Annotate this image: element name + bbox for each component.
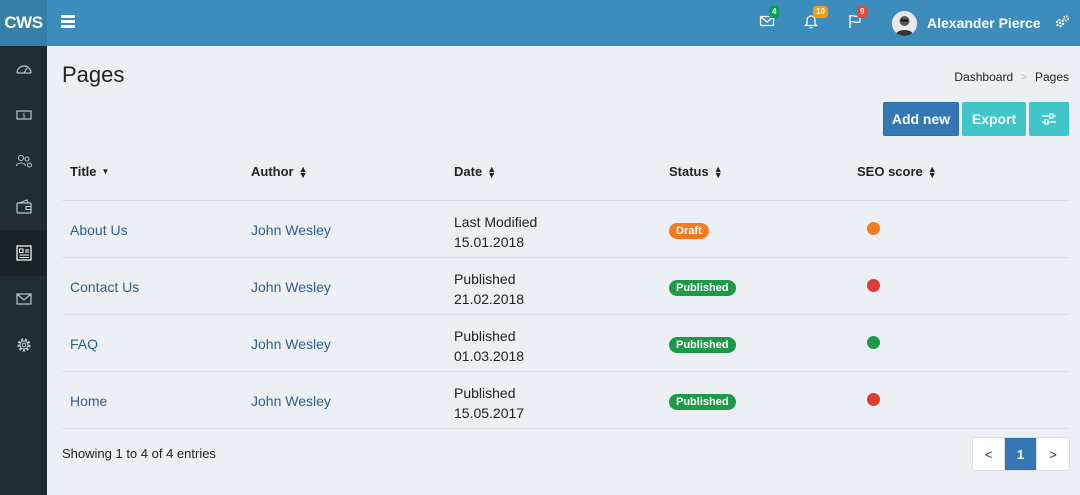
menu-toggle-icon[interactable] (61, 15, 75, 29)
column-header-seo[interactable]: SEO score ▲ ▼ (857, 164, 937, 179)
date-value: 15.01.2018 (454, 234, 525, 250)
date-cell: Published 21.02.2018 (454, 269, 524, 309)
user-name: Alexander Pierce (927, 15, 1041, 31)
date-label: Published (454, 385, 516, 401)
wallet-icon (15, 199, 32, 214)
breadcrumb: Dashboard > Pages (954, 70, 1069, 84)
pages-table: Title ▼ Author ▲ ▼ Date ▲ ▼ Status ▲ ▼ SEO … (62, 144, 1069, 429)
breadcrumb-dashboard[interactable]: Dashboard (954, 70, 1013, 84)
status-cell: Published (669, 392, 736, 410)
date-cell: Last Modified 15.01.2018 (454, 212, 537, 252)
author-link[interactable]: John Wesley (251, 222, 331, 238)
pagination: < 1 > (972, 437, 1070, 471)
settings-gear-icon (16, 338, 31, 352)
pagination-next-button[interactable]: > (1037, 438, 1069, 470)
notifications-button[interactable]: 10 (803, 6, 828, 33)
date-label: Published (454, 328, 516, 344)
column-title-label: Title (70, 164, 97, 179)
messages-badge: 4 (769, 6, 780, 18)
svg-text:$: $ (22, 113, 26, 120)
dashboard-gauge-icon (15, 65, 32, 74)
sort-icon: ▲ ▼ (298, 163, 308, 180)
page-title: Pages (62, 62, 125, 87)
messages-button[interactable]: 4 (759, 6, 780, 33)
page-title-link[interactable]: Home (70, 393, 107, 409)
sidebar-item-pages[interactable] (0, 230, 47, 276)
table-row: Contact Us John Wesley Published 21.02.2… (62, 258, 1069, 315)
status-badge: Published (669, 280, 736, 296)
sidebar-item-settings[interactable] (0, 322, 47, 368)
status-cell: Published (669, 335, 736, 353)
add-new-button[interactable]: Add new (883, 102, 959, 136)
date-label: Last Modified (454, 214, 538, 230)
seo-score-indicator (867, 222, 880, 235)
flags-button[interactable]: 9 (847, 6, 868, 33)
column-seo-label: SEO score (857, 164, 923, 179)
mail-icon (15, 293, 32, 305)
table-header: Title ▼ Author ▲ ▼ Date ▲ ▼ Status ▲ ▼ SEO … (62, 144, 1069, 201)
status-badge: Draft (669, 223, 709, 239)
notifications-badge: 10 (813, 6, 828, 18)
sidebar-item-dashboard[interactable] (0, 46, 47, 92)
top-navbar: CWS 4 10 9 Alexander Pierce (0, 0, 1080, 46)
users-icon (15, 154, 32, 168)
sliders-icon (1042, 113, 1056, 125)
sort-icon: ▲ ▼ (927, 163, 937, 180)
page-title-link[interactable]: About Us (70, 222, 128, 238)
date-value: 21.02.2018 (454, 291, 525, 307)
seo-score-indicator (867, 336, 880, 349)
sidebar-item-finance[interactable]: $ (0, 92, 47, 138)
date-label: Published (454, 271, 516, 287)
author-link[interactable]: John Wesley (251, 336, 331, 352)
sidebar: $ (0, 46, 47, 495)
status-badge: Published (669, 394, 736, 410)
column-date-label: Date (454, 164, 483, 179)
table-row: Home John Wesley Published 15.05.2017 Pu… (62, 372, 1069, 429)
breadcrumb-separator: > (1021, 71, 1027, 83)
sidebar-item-mail[interactable] (0, 276, 47, 322)
column-header-title[interactable]: Title ▼ (70, 164, 109, 179)
pages-icon (15, 245, 32, 261)
author-link[interactable]: John Wesley (251, 393, 331, 409)
money-icon: $ (15, 110, 32, 120)
filter-settings-button[interactable] (1029, 102, 1069, 136)
column-status-label: Status (669, 164, 709, 179)
date-value: 01.03.2018 (454, 348, 525, 364)
date-cell: Published 01.03.2018 (454, 326, 524, 366)
sort-desc-icon: ▼ (101, 167, 110, 176)
sidebar-item-users[interactable] (0, 138, 47, 184)
export-button[interactable]: Export (962, 102, 1026, 136)
table-row: FAQ John Wesley Published 01.03.2018 Pub… (62, 315, 1069, 372)
gears-icon (1055, 15, 1070, 28)
status-badge: Published (669, 337, 736, 353)
seo-score-indicator (867, 393, 880, 406)
page-title-link[interactable]: Contact Us (70, 279, 139, 295)
control-sidebar-button[interactable] (1054, 14, 1070, 35)
user-menu[interactable]: Alexander Pierce (892, 10, 1041, 36)
flags-badge: 9 (857, 6, 868, 18)
author-link[interactable]: John Wesley (251, 279, 331, 295)
pagination-prev-button[interactable]: < (973, 438, 1005, 470)
sidebar-item-wallet[interactable] (0, 184, 47, 230)
column-author-label: Author (251, 164, 294, 179)
date-cell: Published 15.05.2017 (454, 383, 524, 423)
entries-info: Showing 1 to 4 of 4 entries (62, 446, 216, 461)
date-value: 15.05.2017 (454, 405, 525, 421)
sort-icon: ▲ ▼ (487, 163, 497, 180)
page-title-link[interactable]: FAQ (70, 336, 98, 352)
avatar (892, 10, 917, 36)
column-header-status[interactable]: Status ▲ ▼ (669, 164, 723, 179)
sort-icon: ▲ ▼ (713, 163, 723, 180)
column-header-author[interactable]: Author ▲ ▼ (251, 164, 308, 179)
status-cell: Published (669, 278, 736, 296)
table-row: About Us John Wesley Last Modified 15.01… (62, 201, 1069, 258)
app-logo[interactable]: CWS (0, 0, 47, 46)
column-header-date[interactable]: Date ▲ ▼ (454, 164, 496, 179)
breadcrumb-current: Pages (1034, 70, 1069, 84)
seo-score-indicator (867, 279, 880, 292)
status-cell: Draft (669, 221, 709, 239)
pagination-page-1[interactable]: 1 (1005, 438, 1037, 470)
